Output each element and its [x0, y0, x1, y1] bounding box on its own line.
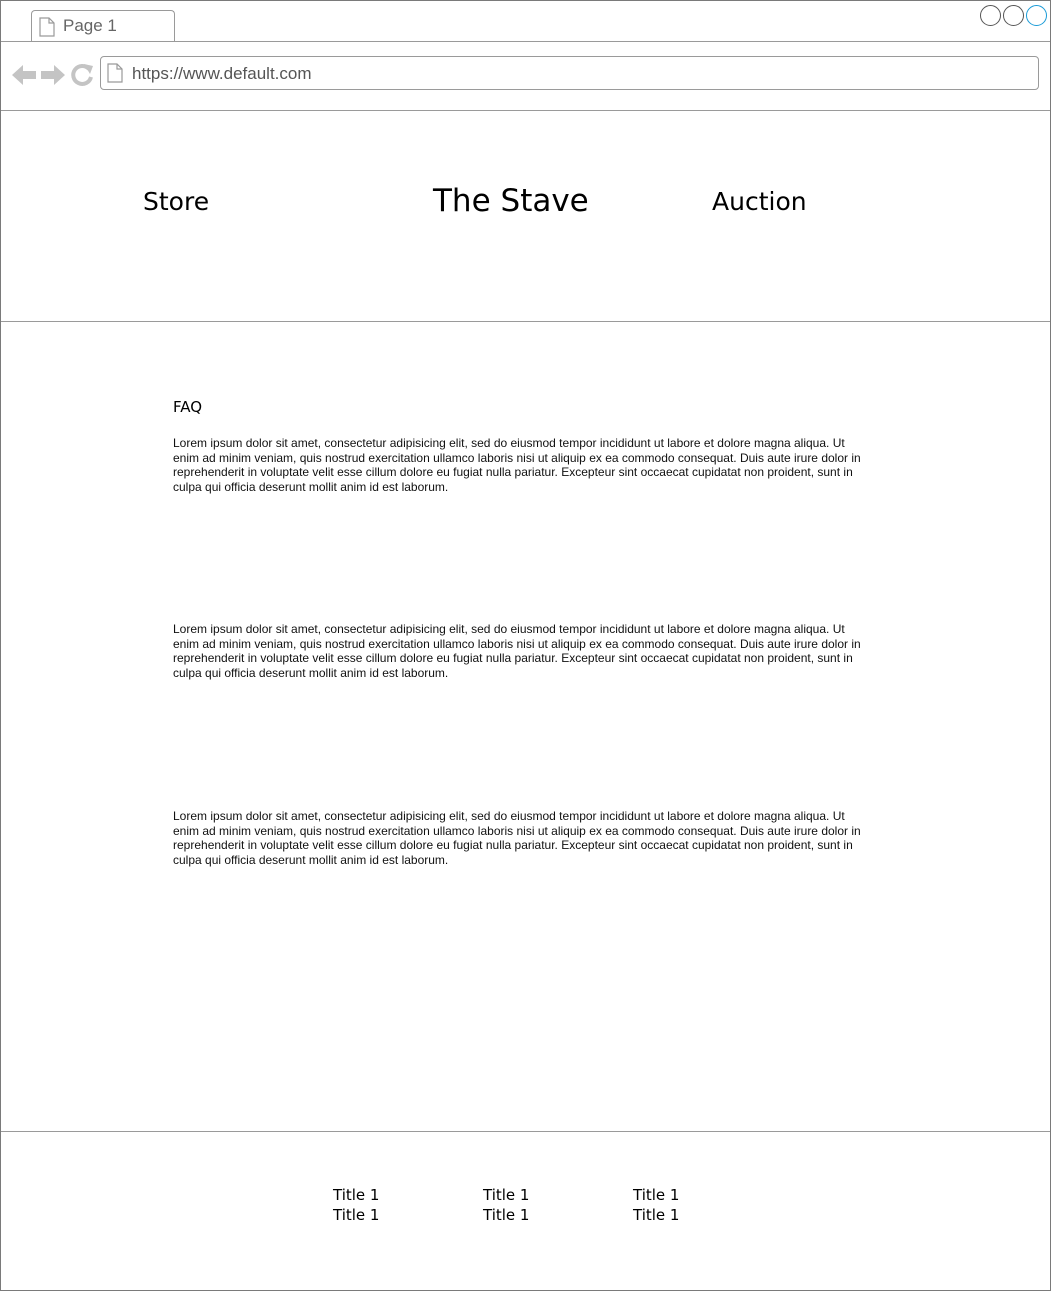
navigation-buttons: [11, 62, 95, 88]
nav-link-auction[interactable]: Auction: [712, 187, 807, 216]
forward-arrow-icon[interactable]: [40, 62, 66, 88]
page-icon: [39, 17, 55, 42]
faq-heading: FAQ: [173, 398, 203, 416]
tab-strip: Page 1: [1, 1, 1050, 42]
footer-column: Title 1 Title 1: [633, 1185, 679, 1225]
footer-link[interactable]: Title 1: [483, 1185, 529, 1205]
reload-icon[interactable]: [69, 62, 95, 88]
site-footer: Title 1 Title 1 Title 1 Title 1 Title 1 …: [1, 1131, 1050, 1291]
minimize-icon[interactable]: [980, 5, 1001, 26]
footer-column: Title 1 Title 1: [483, 1185, 529, 1225]
browser-window: Page 1 https://www.default.com Store The…: [0, 0, 1051, 1291]
footer-link[interactable]: Title 1: [333, 1185, 379, 1205]
footer-link[interactable]: Title 1: [633, 1185, 679, 1205]
faq-paragraph: Lorem ipsum dolor sit amet, consectetur …: [173, 622, 861, 680]
faq-paragraph: Lorem ipsum dolor sit amet, consectetur …: [173, 436, 861, 494]
close-icon[interactable]: [1026, 5, 1047, 26]
maximize-icon[interactable]: [1003, 5, 1024, 26]
site-header: Store The Stave Auction: [1, 111, 1050, 322]
address-bar-row: https://www.default.com: [1, 42, 1050, 111]
tab-label: Page 1: [63, 16, 117, 35]
footer-link[interactable]: Title 1: [483, 1205, 529, 1225]
footer-link[interactable]: Title 1: [333, 1205, 379, 1225]
site-title: The Stave: [433, 183, 589, 219]
footer-column: Title 1 Title 1: [333, 1185, 379, 1225]
footer-link[interactable]: Title 1: [633, 1205, 679, 1225]
page-icon: [107, 63, 123, 88]
tab-page-1[interactable]: Page 1: [31, 10, 175, 41]
url-text: https://www.default.com: [132, 64, 312, 83]
back-arrow-icon[interactable]: [11, 62, 37, 88]
url-field[interactable]: https://www.default.com: [100, 56, 1039, 90]
faq-paragraph: Lorem ipsum dolor sit amet, consectetur …: [173, 809, 861, 867]
nav-link-store[interactable]: Store: [143, 187, 209, 216]
window-controls: [980, 5, 1047, 26]
